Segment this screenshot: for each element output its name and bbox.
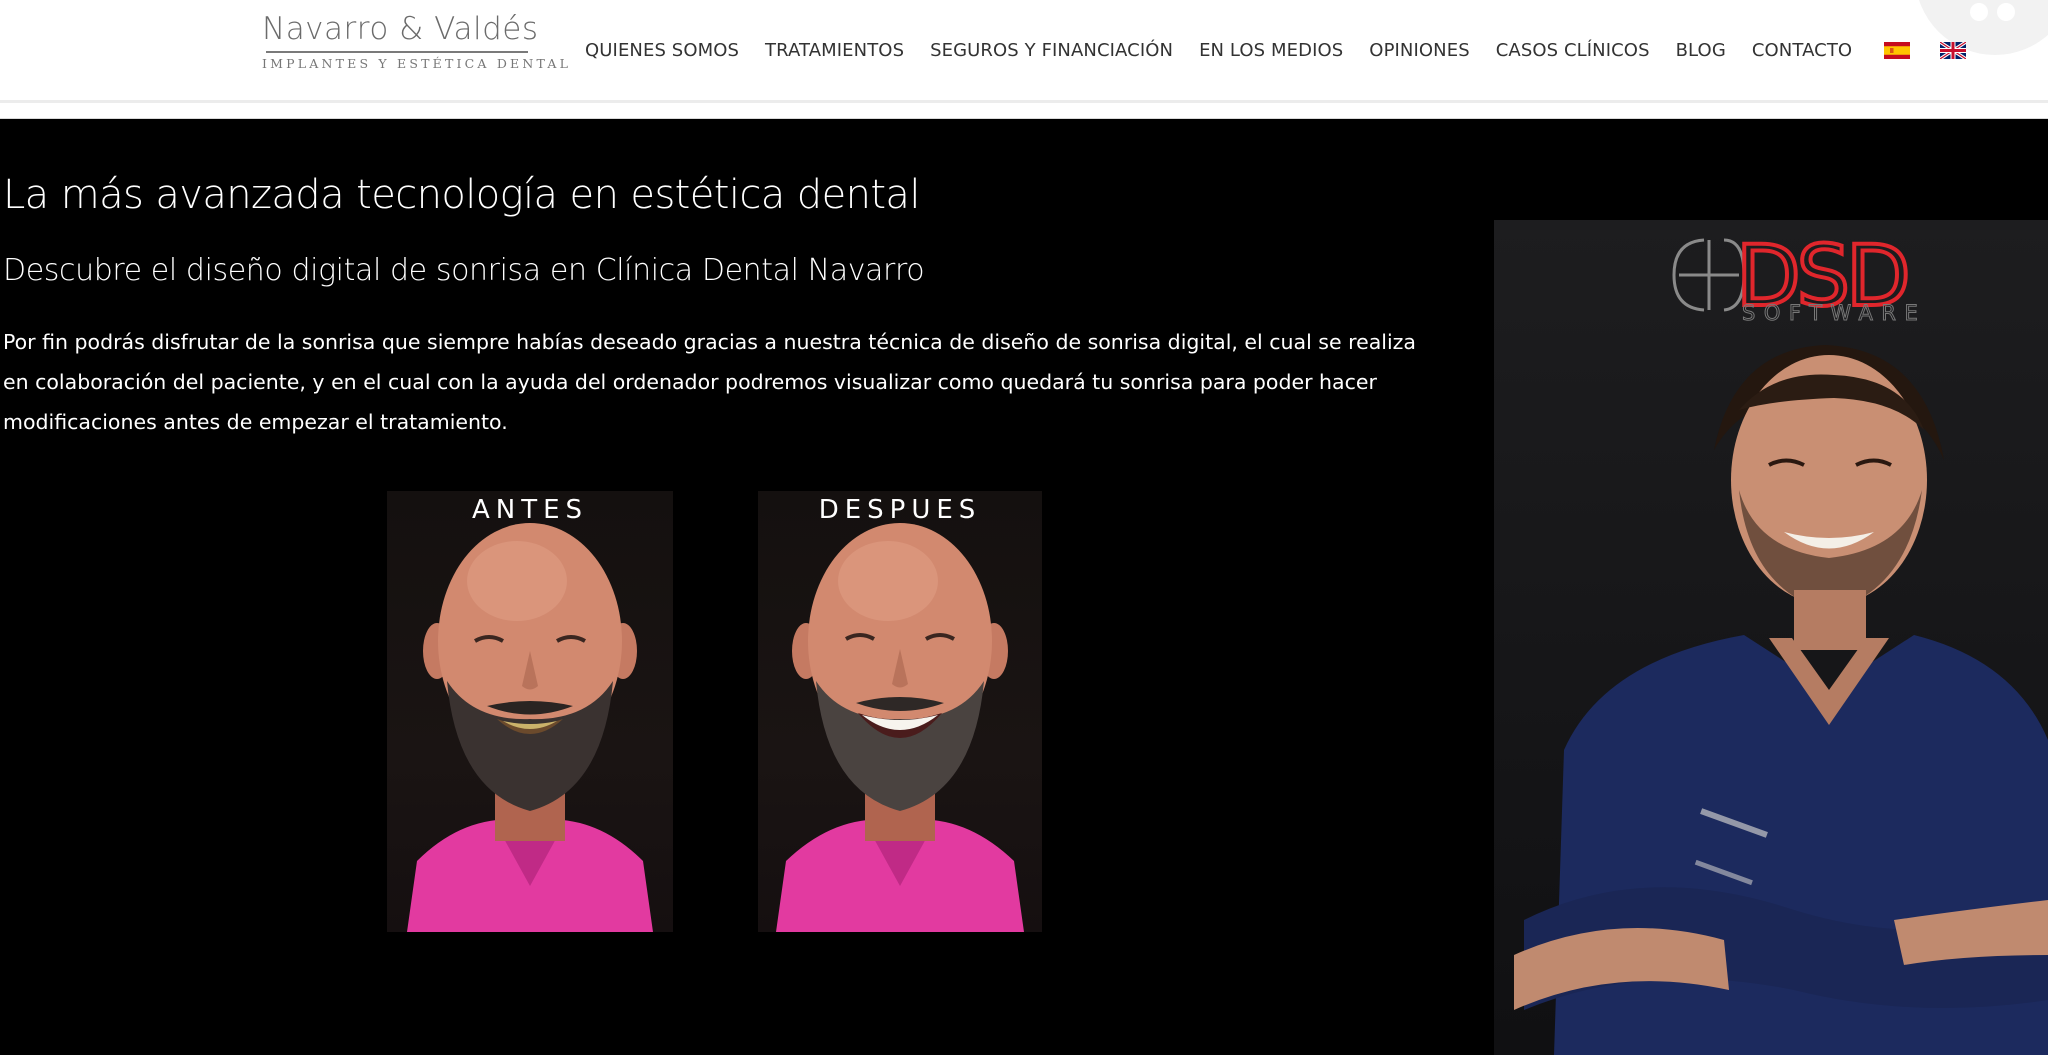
dsd-logo-subtext: SOFTWARE	[1742, 301, 1926, 325]
page-subtitle: Descubre el diseño digital de sonrisa en…	[3, 253, 925, 288]
before-portrait-image	[407, 523, 653, 932]
logo-tagline: IMPLANTES Y ESTÉTICA DENTAL	[262, 56, 572, 71]
nav-item-casos-clinicos[interactable]: CASOS CLÍNICOS	[1496, 40, 1650, 61]
after-photo: DESPUES	[758, 491, 1042, 932]
nav-item-seguros[interactable]: SEGUROS Y FINANCIACIÓN	[930, 40, 1173, 61]
header-spacer	[0, 103, 2048, 119]
dsd-promo-image: DSD SOFTWARE	[1494, 220, 2048, 1055]
uk-flag-icon[interactable]	[1940, 41, 1967, 59]
dsd-logo: DSD SOFTWARE	[1672, 225, 1926, 327]
logo-name: Navarro & Valdés	[262, 11, 539, 47]
logo-divider	[266, 51, 528, 53]
nav-item-tratamientos[interactable]: TRATAMIENTOS	[765, 40, 904, 61]
before-photo: ANTES	[387, 491, 673, 932]
nav-item-blog[interactable]: BLOG	[1676, 40, 1726, 61]
after-portrait-image	[776, 523, 1024, 932]
main-nav: QUIENES SOMOS TRATAMIENTOS SEGUROS Y FIN…	[585, 38, 1996, 62]
before-label: ANTES	[471, 495, 589, 525]
nav-item-quienes-somos[interactable]: QUIENES SOMOS	[585, 40, 739, 61]
site-header: Navarro & Valdés IMPLANTES Y ESTÉTICA DE…	[0, 0, 2048, 103]
site-logo[interactable]: Navarro & Valdés IMPLANTES Y ESTÉTICA DE…	[262, 11, 572, 71]
doctor-portrait: DSD SOFTWARE	[1514, 225, 2048, 1055]
nav-item-contacto[interactable]: CONTACTO	[1752, 40, 1852, 61]
nav-item-en-los-medios[interactable]: EN LOS MEDIOS	[1199, 40, 1343, 61]
intro-paragraph: Por fin podrás disfrutar de la sonrisa q…	[3, 330, 1416, 434]
nav-item-opiniones[interactable]: OPINIONES	[1369, 40, 1469, 61]
after-label: DESPUES	[818, 495, 982, 525]
spain-flag-icon[interactable]	[1884, 41, 1911, 59]
page-title: La más avanzada tecnología en estética d…	[3, 172, 920, 218]
